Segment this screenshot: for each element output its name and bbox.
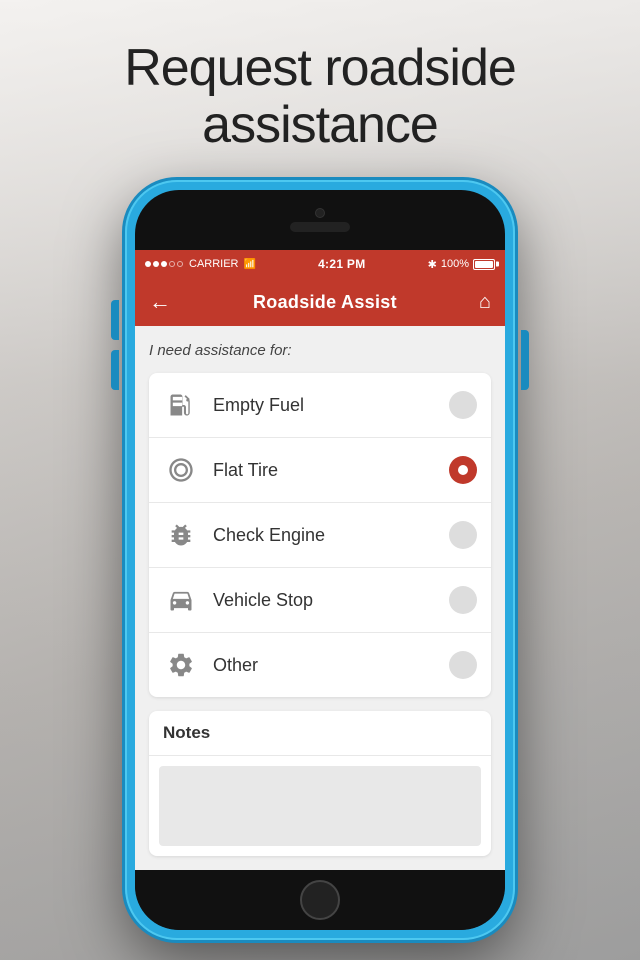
signal-dot-4 xyxy=(169,261,175,267)
status-bar: CARRIER 📶 4:21 PM ✱ 100% xyxy=(135,250,505,278)
bluetooth-icon: ✱ xyxy=(428,258,437,271)
back-button[interactable]: ← xyxy=(149,289,171,315)
tire-icon xyxy=(163,452,199,488)
gear-settings-icon xyxy=(163,647,199,683)
power-button xyxy=(521,330,529,390)
phone-inner-bezel: CARRIER 📶 4:21 PM ✱ 100% ← Roadside Assi… xyxy=(135,190,505,930)
engine-icon xyxy=(163,517,199,553)
status-left: CARRIER 📶 xyxy=(145,258,256,270)
signal-dot-1 xyxy=(145,261,151,267)
signal-dot-2 xyxy=(153,261,159,267)
phone-bottom-bezel xyxy=(135,870,505,930)
status-time: 4:21 PM xyxy=(318,257,365,271)
volume-up-button xyxy=(111,300,119,340)
option-vehicle-stop[interactable]: Vehicle Stop xyxy=(149,568,491,633)
vehicle-stop-label: Vehicle Stop xyxy=(213,590,449,611)
battery-percent: 100% xyxy=(441,258,469,270)
nav-bar: ← Roadside Assist ⌂ xyxy=(135,278,505,326)
volume-down-button xyxy=(111,350,119,390)
battery-fill xyxy=(475,261,493,268)
other-radio[interactable] xyxy=(449,651,477,679)
option-check-engine[interactable]: Check Engine xyxy=(149,503,491,568)
option-flat-tire[interactable]: Flat Tire xyxy=(149,438,491,503)
home-button[interactable] xyxy=(300,880,340,920)
signal-dot-3 xyxy=(161,261,167,267)
notes-textarea[interactable] xyxy=(159,766,481,846)
flat-tire-radio[interactable] xyxy=(449,456,477,484)
phone-frame: CARRIER 📶 4:21 PM ✱ 100% ← Roadside Assi… xyxy=(125,180,515,940)
home-nav-button[interactable]: ⌂ xyxy=(479,291,491,314)
battery-icon xyxy=(473,259,495,270)
nav-title: Roadside Assist xyxy=(253,292,397,313)
page-title: Request roadside assistance xyxy=(0,40,640,154)
notes-header: Notes xyxy=(149,711,491,756)
screen-content: I need assistance for: Empty Fuel xyxy=(135,326,505,870)
signal-dots xyxy=(145,261,183,267)
speaker xyxy=(290,222,350,232)
car-icon xyxy=(163,582,199,618)
wifi-icon: 📶 xyxy=(244,259,256,270)
option-empty-fuel[interactable]: Empty Fuel xyxy=(149,373,491,438)
notes-card: Notes xyxy=(149,711,491,856)
signal-dot-5 xyxy=(177,261,183,267)
carrier-label: CARRIER xyxy=(189,258,239,270)
options-card: Empty Fuel Flat Tire xyxy=(149,373,491,697)
camera xyxy=(315,208,325,218)
option-other[interactable]: Other xyxy=(149,633,491,697)
check-engine-radio[interactable] xyxy=(449,521,477,549)
empty-fuel-label: Empty Fuel xyxy=(213,395,449,416)
check-engine-label: Check Engine xyxy=(213,525,449,546)
phone-screen: CARRIER 📶 4:21 PM ✱ 100% ← Roadside Assi… xyxy=(135,250,505,870)
empty-fuel-radio[interactable] xyxy=(449,391,477,419)
fuel-icon xyxy=(163,387,199,423)
vehicle-stop-radio[interactable] xyxy=(449,586,477,614)
status-right: ✱ 100% xyxy=(428,258,495,271)
other-label: Other xyxy=(213,655,449,676)
flat-tire-label: Flat Tire xyxy=(213,460,449,481)
assistance-label: I need assistance for: xyxy=(149,342,491,359)
